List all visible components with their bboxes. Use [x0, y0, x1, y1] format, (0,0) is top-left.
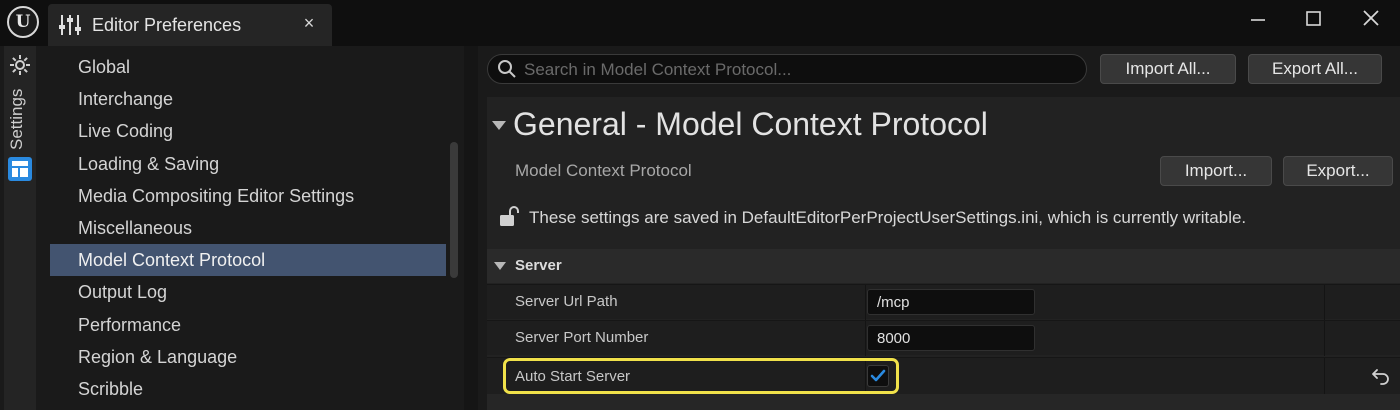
next-row-strip — [487, 394, 1400, 410]
title-bar: U Editor Preferences × — [0, 0, 1400, 46]
server-category-header[interactable] — [487, 249, 1400, 283]
import-all-button[interactable]: Import All... — [1100, 54, 1236, 84]
maximize-icon — [1306, 11, 1321, 26]
category-item[interactable]: Live Coding — [50, 115, 446, 147]
search-input[interactable] — [522, 55, 1076, 85]
checkmark-icon — [870, 369, 886, 382]
search-icon — [498, 60, 516, 78]
server-port-number-input[interactable] — [867, 325, 1035, 351]
column-divider[interactable] — [865, 321, 866, 356]
property-label: Server Port Number — [515, 329, 649, 346]
column-divider[interactable] — [865, 358, 866, 395]
side-tab-strip: Settings — [0, 46, 40, 410]
export-all-button[interactable]: Export All... — [1248, 54, 1382, 84]
property-row-server-port-number: Server Port Number — [487, 320, 1400, 356]
property-row-server-url-path: Server Url Path — [487, 284, 1400, 320]
category-scrollbar[interactable] — [450, 142, 458, 278]
category-item[interactable]: Media Compositing Editor Settings — [50, 180, 446, 212]
property-label: Auto Start Server — [515, 368, 631, 385]
minimize-button[interactable] — [1234, 4, 1282, 34]
tab-editor-preferences[interactable]: Editor Preferences × — [48, 4, 332, 46]
category-item[interactable]: Output Log — [50, 276, 446, 308]
search-box[interactable] — [487, 54, 1087, 85]
auto-start-server-checkbox[interactable] — [867, 365, 889, 387]
gear-icon — [10, 55, 30, 75]
category-item[interactable]: Region & Language — [50, 341, 446, 373]
category-item[interactable]: Interchange — [50, 83, 446, 115]
import-button[interactable]: Import... — [1160, 156, 1272, 186]
close-icon — [1363, 10, 1379, 26]
column-divider — [1324, 321, 1325, 356]
sliders-icon — [59, 15, 81, 35]
category-item[interactable]: Loading & Saving — [50, 148, 446, 180]
property-row-auto-start-server: Auto Start Server — [487, 357, 1400, 395]
save-location-note: These settings are saved in DefaultEdito… — [529, 208, 1247, 227]
layout-icon[interactable] — [7, 156, 33, 182]
unreal-logo-icon[interactable]: U — [7, 6, 39, 38]
reset-to-default-icon[interactable] — [1371, 367, 1391, 385]
tab-close-button[interactable]: × — [298, 13, 320, 34]
category-item[interactable]: Performance — [50, 309, 446, 341]
tab-title: Editor Preferences — [92, 15, 242, 35]
close-window-button[interactable] — [1346, 4, 1394, 34]
minimize-icon — [1251, 19, 1265, 21]
category-item[interactable]: Miscellaneous — [50, 212, 446, 244]
category-item[interactable]: Scribble — [50, 373, 446, 405]
section-subtitle: Model Context Protocol — [515, 161, 692, 180]
column-divider — [1324, 285, 1325, 320]
column-divider — [1324, 358, 1325, 395]
collapse-arrow-icon[interactable] — [494, 262, 506, 270]
maximize-button[interactable] — [1290, 4, 1338, 34]
column-divider[interactable] — [865, 285, 866, 320]
category-item[interactable]: Global — [50, 51, 446, 83]
property-label: Server Url Path — [515, 293, 618, 310]
server-category-label: Server — [515, 257, 562, 274]
settings-tab-label: Settings — [7, 88, 26, 150]
unlocked-icon — [500, 206, 519, 226]
server-url-path-input[interactable] — [867, 289, 1035, 315]
category-item[interactable]: Model Context Protocol — [50, 244, 446, 277]
export-button[interactable]: Export... — [1283, 156, 1393, 186]
collapse-arrow-icon[interactable] — [492, 121, 506, 130]
section-title: General - Model Context Protocol — [513, 106, 988, 142]
settings-side-tab[interactable]: Settings — [4, 46, 36, 410]
